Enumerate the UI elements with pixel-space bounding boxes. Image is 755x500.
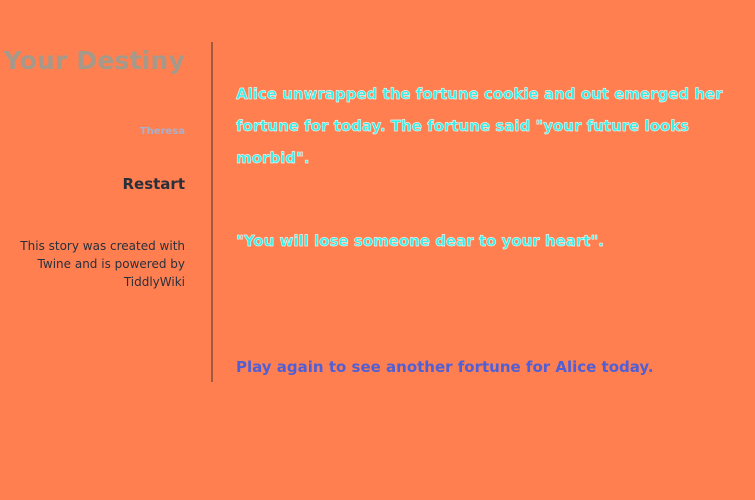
play-again-link[interactable]: Play again to see another fortune for Al… [236, 358, 654, 376]
story-author: Theresa [139, 126, 185, 137]
passage: Alice unwrapped the fortune cookie and o… [236, 78, 755, 376]
sidebar: Your Destiny Theresa Restart This story … [0, 42, 213, 382]
story-title: Your Destiny [3, 46, 185, 75]
restart-link[interactable]: Restart [122, 175, 185, 193]
fortune-text: "You will lose someone dear to your hear… [236, 232, 604, 250]
passage-paragraph: Alice unwrapped the fortune cookie and o… [236, 85, 723, 167]
credits-text: This story was created with Twine and is… [20, 239, 185, 289]
